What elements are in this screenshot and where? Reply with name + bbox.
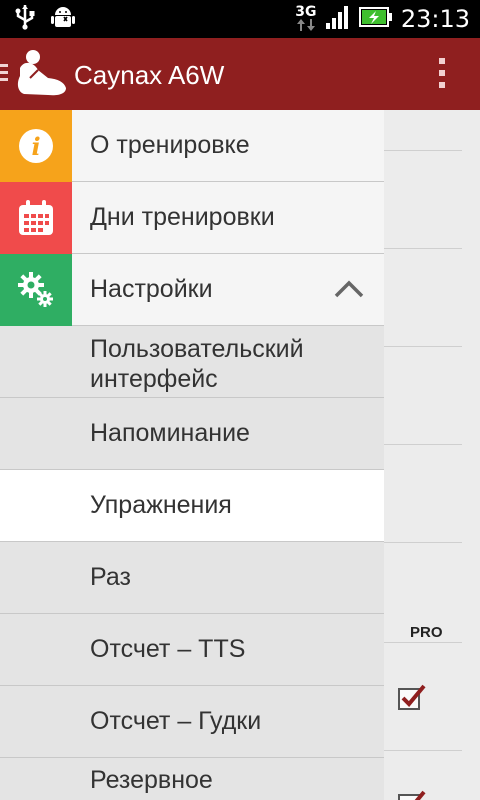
drawer-item-settings[interactable]: Настройки	[0, 253, 384, 326]
drawer-subitem-label-line2: интерфейс	[90, 365, 218, 393]
chevron-up-icon[interactable]	[334, 280, 364, 303]
navigation-drawer: i О тренировке Дни тренировки Настройки …	[0, 110, 384, 800]
drawer-subitem-label: Отсчет – TTS	[90, 635, 246, 663]
drawer-item-label: О тренировке	[90, 131, 250, 159]
drawer-subitem-label: Упражнения	[90, 491, 232, 519]
network-indicator: 3G	[295, 4, 317, 32]
drawer-toggle[interactable]	[0, 64, 8, 85]
status-bar: 3G 23:13	[0, 0, 480, 38]
drawer-item-label: Настройки	[90, 275, 213, 303]
drawer-subitem-user-interface[interactable]: Пользовательский интерфейс	[0, 326, 384, 398]
network-type-label: 3G	[295, 4, 317, 20]
signal-icon	[325, 4, 351, 35]
background-divider	[384, 346, 462, 347]
clock: 23:13	[400, 5, 470, 33]
android-debug-icon	[50, 4, 76, 35]
overflow-menu-icon[interactable]	[434, 58, 450, 92]
calendar-icon	[19, 199, 53, 235]
calendar-icon-tile	[0, 181, 72, 254]
background-content: PRO	[384, 110, 480, 800]
drawer-subitem-exercises[interactable]: Упражнения	[0, 470, 384, 542]
background-divider	[384, 248, 462, 249]
battery-charging-icon	[358, 6, 393, 33]
app-title: Caynax A6W	[74, 60, 225, 90]
action-bar: Caynax A6W	[0, 38, 480, 110]
background-divider	[384, 542, 462, 543]
gears-icon	[18, 271, 53, 307]
drawer-subitem-countdown-tts[interactable]: Отсчет – TTS	[0, 614, 384, 686]
drawer-item-about[interactable]: i О тренировке	[0, 110, 384, 182]
gears-icon-tile	[0, 253, 72, 326]
drawer-subitem-label: Отсчет – Гудки	[90, 707, 262, 735]
background-checkbox[interactable]	[398, 684, 426, 710]
drawer-subitem-label: Пользовательский интерфейс	[90, 334, 304, 394]
screen: 3G 23:13 Caynax A6W PRO i О тренировке Д…	[0, 0, 480, 800]
background-divider	[384, 150, 462, 151]
drawer-subitem-label: Напоминание	[90, 419, 250, 447]
background-divider	[384, 444, 462, 445]
drawer-subitem-backup[interactable]: Резервное	[0, 758, 384, 800]
usb-icon	[14, 4, 36, 35]
drawer-item-label: Дни тренировки	[90, 203, 275, 231]
background-divider	[384, 750, 462, 751]
drawer-subitem-countdown-beeps[interactable]: Отсчет – Гудки	[0, 686, 384, 758]
drawer-subitem-label: Резервное	[90, 766, 213, 794]
background-checkbox[interactable]	[398, 790, 426, 800]
info-icon-tile: i	[0, 110, 72, 182]
drawer-subitem-label: Раз	[90, 563, 131, 591]
info-icon: i	[19, 128, 53, 163]
pro-badge: PRO	[410, 624, 443, 641]
data-arrows-icon	[296, 19, 315, 31]
background-divider	[384, 642, 462, 643]
drawer-subitem-reminder[interactable]: Напоминание	[0, 398, 384, 470]
svg-text:i: i	[31, 132, 40, 161]
app-logo-icon[interactable]	[14, 48, 68, 103]
drawer-item-training-days[interactable]: Дни тренировки	[0, 181, 384, 254]
drawer-subitem-label-line1: Пользовательский	[90, 335, 304, 363]
drawer-subitem-reps[interactable]: Раз	[0, 542, 384, 614]
